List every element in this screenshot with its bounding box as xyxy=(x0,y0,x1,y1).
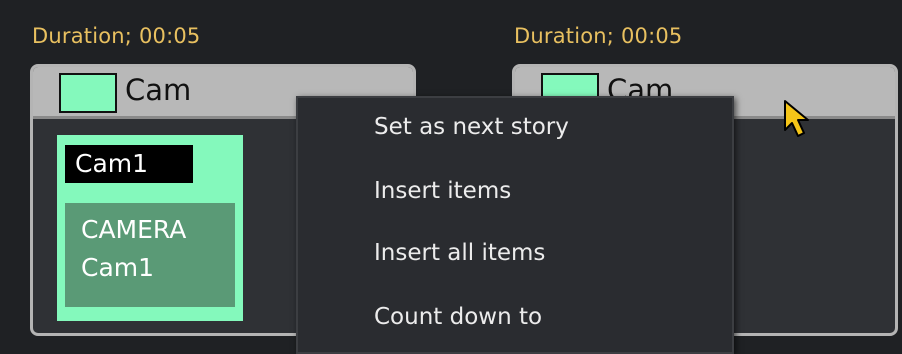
context-menu: Set as next story Insert items Insert al… xyxy=(296,96,734,354)
story-item-source: Cam1 xyxy=(81,253,155,282)
story-item-details: CAMERA Cam1 xyxy=(65,203,235,307)
story-panel: Duration; 00:05 Duration; 00:05 Cam Cam1… xyxy=(0,0,902,354)
mouse-pointer-icon xyxy=(782,98,816,140)
story-item-label: Cam1 xyxy=(65,145,193,183)
story-item-type: CAMERA xyxy=(81,215,187,244)
cam-color-swatch xyxy=(59,73,117,113)
menu-item-count-down-to[interactable]: Count down to xyxy=(374,304,542,330)
menu-item-insert-items[interactable]: Insert items xyxy=(374,178,511,204)
story-1-duration: Duration; 00:05 xyxy=(32,24,201,48)
story-2-duration: Duration; 00:05 xyxy=(514,24,683,48)
story-card-1-title: Cam xyxy=(125,73,192,107)
menu-item-set-as-next-story[interactable]: Set as next story xyxy=(374,114,569,140)
story-item-cam1[interactable]: Cam1 CAMERA Cam1 xyxy=(57,135,243,321)
menu-item-insert-all-items[interactable]: Insert all items xyxy=(374,240,545,266)
